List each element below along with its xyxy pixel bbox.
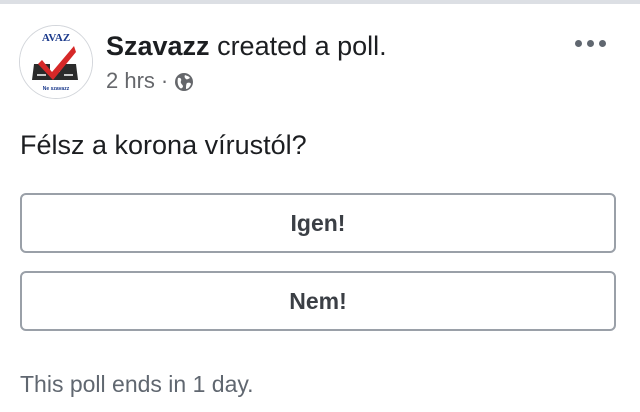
poll-option-label: Nem! xyxy=(289,287,347,314)
post-header: Szavazz created a poll. xyxy=(106,30,387,62)
globe-icon[interactable] xyxy=(174,71,194,91)
logo-top-text: AVAZ xyxy=(42,32,70,44)
more-dot xyxy=(574,39,582,47)
post-meta: 2 hrs · xyxy=(106,67,194,95)
logo-bottom-text: Ne szavazz xyxy=(43,86,70,92)
poll-option-label: Igen! xyxy=(290,209,346,236)
poll-post: AVAZ Ne szavazz Szavazz created a poll. … xyxy=(0,4,640,412)
poll-question: Félsz a korona vírustól? xyxy=(20,130,307,160)
meta-separator: · xyxy=(160,68,169,93)
poll-option-nem[interactable]: Nem! xyxy=(20,271,616,331)
more-options-icon[interactable] xyxy=(570,28,610,58)
more-dot xyxy=(598,39,606,47)
avatar[interactable]: AVAZ Ne szavazz xyxy=(19,25,93,99)
szavazz-logo-icon: AVAZ Ne szavazz xyxy=(20,26,92,98)
timestamp-link[interactable]: 2 hrs xyxy=(106,67,155,95)
author-name-link[interactable]: Szavazz xyxy=(106,31,210,61)
post-action-text: created a poll. xyxy=(209,31,387,61)
poll-end-notice: This poll ends in 1 day. xyxy=(20,371,254,397)
poll-option-igen[interactable]: Igen! xyxy=(20,193,616,253)
more-dot xyxy=(586,39,594,47)
